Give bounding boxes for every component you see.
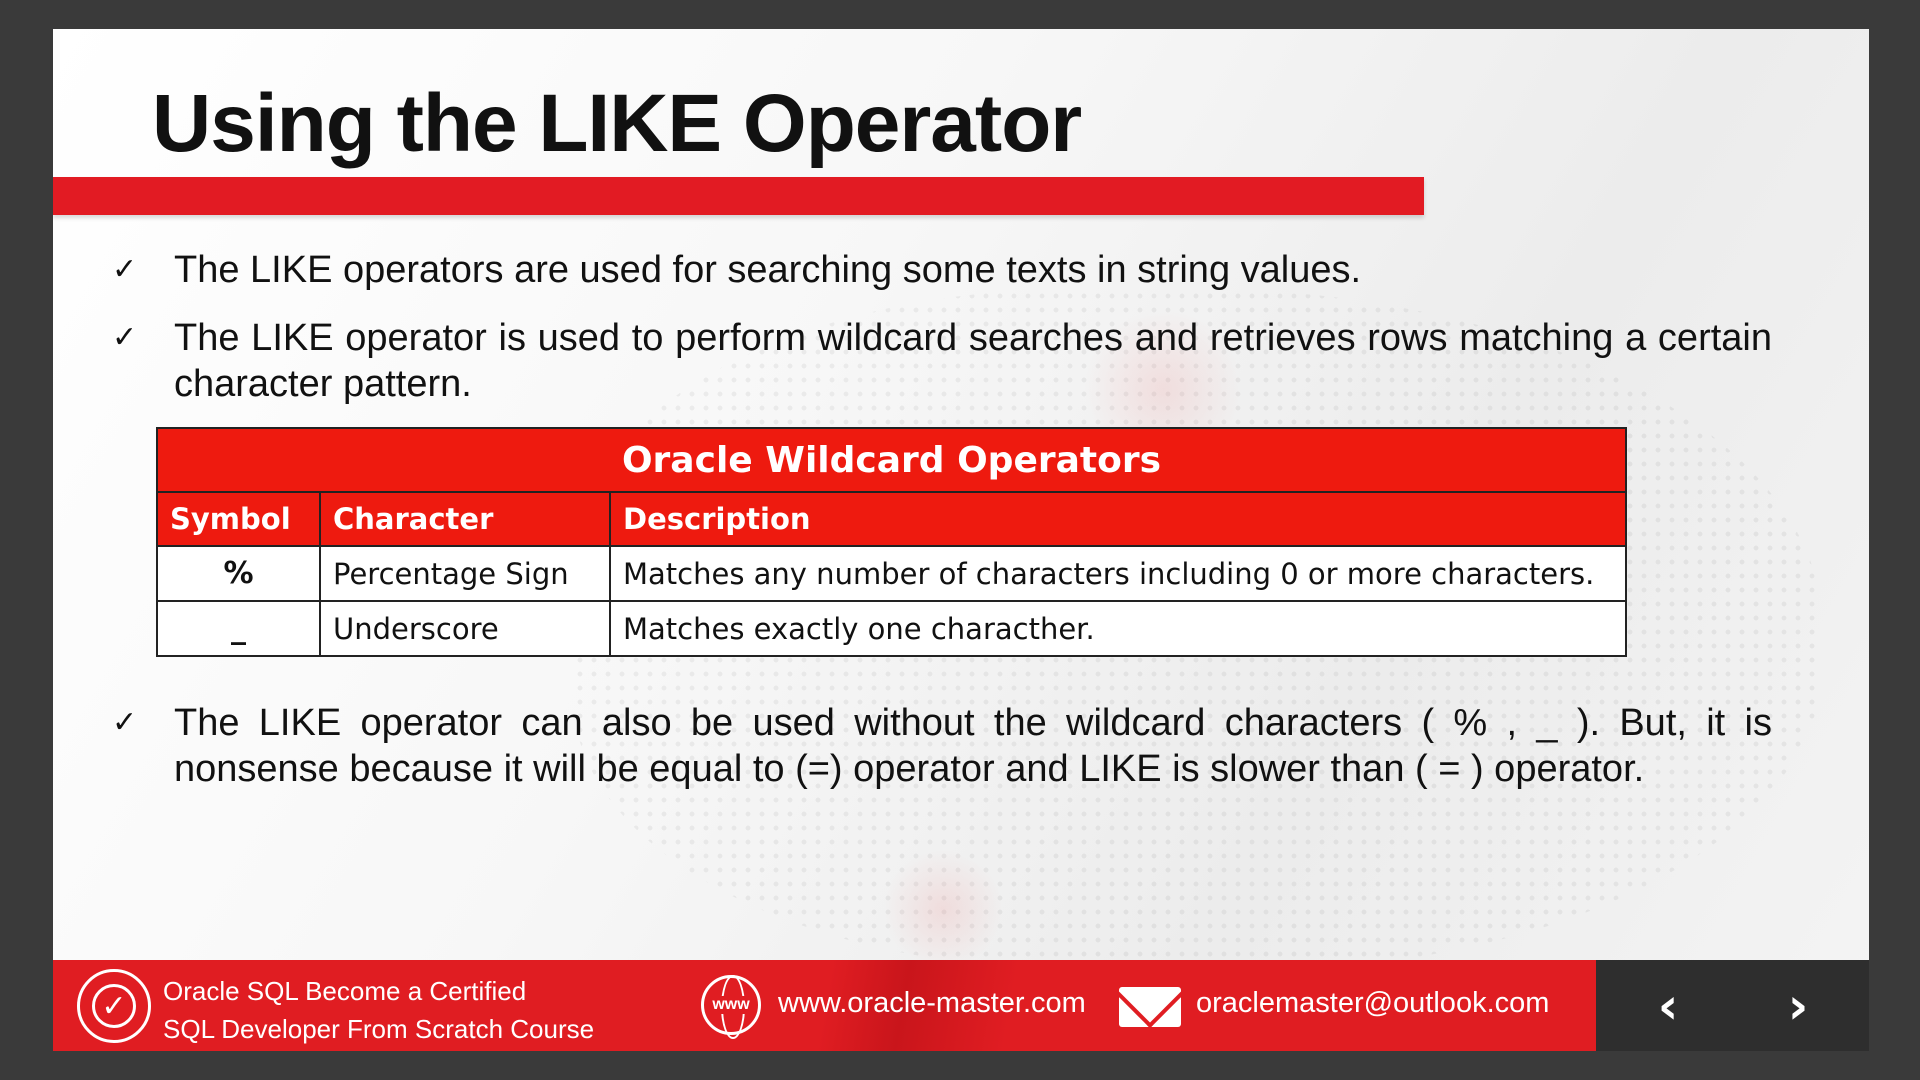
table-header-character: Character [319,491,611,547]
bullet-text: The LIKE operators are used for searchin… [174,249,1362,291]
course-title-line: Oracle SQL Become a Certified [163,976,527,1006]
title-underline-bar [53,177,1424,215]
bullet-item: ✓ The LIKE operator is used to perform w… [112,315,1772,407]
table-cell-character: Percentage Sign [319,545,611,602]
certified-badge-icon: ✓ [77,969,151,1043]
table-caption: Oracle Wildcard Operators [156,427,1627,493]
bullet-text: The LIKE operator is used to perform wil… [174,317,1772,405]
previous-slide-button[interactable]: ‹ [1641,977,1695,1035]
next-slide-button[interactable]: › [1771,977,1825,1035]
bullet-item: ✓ The LIKE operator can also be used wit… [112,700,1772,792]
wildcard-operators-table: Oracle Wildcard Operators Symbol Charact… [156,427,1627,657]
check-icon: ✓ [112,320,138,355]
table-cell-symbol: _ [156,600,321,657]
course-title-line: SQL Developer From Scratch Course [163,1014,595,1044]
website-link[interactable]: www.oracle-master.com [778,987,1086,1020]
check-icon: ✓ [112,252,138,287]
email-link[interactable]: oraclemaster@outlook.com [1196,987,1549,1020]
bullet-text: The LIKE operator can also be used witho… [174,702,1772,790]
table-cell-character: Underscore [319,600,611,657]
table-row: _ Underscore Matches exactly one charact… [156,600,1627,657]
table-header-symbol: Symbol [156,491,321,547]
table-cell-symbol: % [156,545,321,602]
table-header-description: Description [609,491,1627,547]
course-title: Oracle SQL Become a Certified SQL Develo… [163,972,594,1048]
mail-icon [1119,987,1181,1027]
background-glow [883,849,1003,969]
check-icon: ✓ [112,705,138,740]
slide-title: Using the LIKE Operator [152,78,1082,169]
globe-icon: www [701,975,761,1039]
footer-nav-panel [1596,960,1869,1051]
checkmark-icon: ✓ [92,984,136,1028]
bullet-item: ✓ The LIKE operators are used for search… [112,247,1772,293]
slide: Using the LIKE Operator ✓ The LIKE opera… [53,29,1869,1051]
table-cell-description: Matches any number of characters includi… [609,545,1627,602]
table-cell-description: Matches exactly one characther. [609,600,1627,657]
table-row: % Percentage Sign Matches any number of … [156,545,1627,602]
